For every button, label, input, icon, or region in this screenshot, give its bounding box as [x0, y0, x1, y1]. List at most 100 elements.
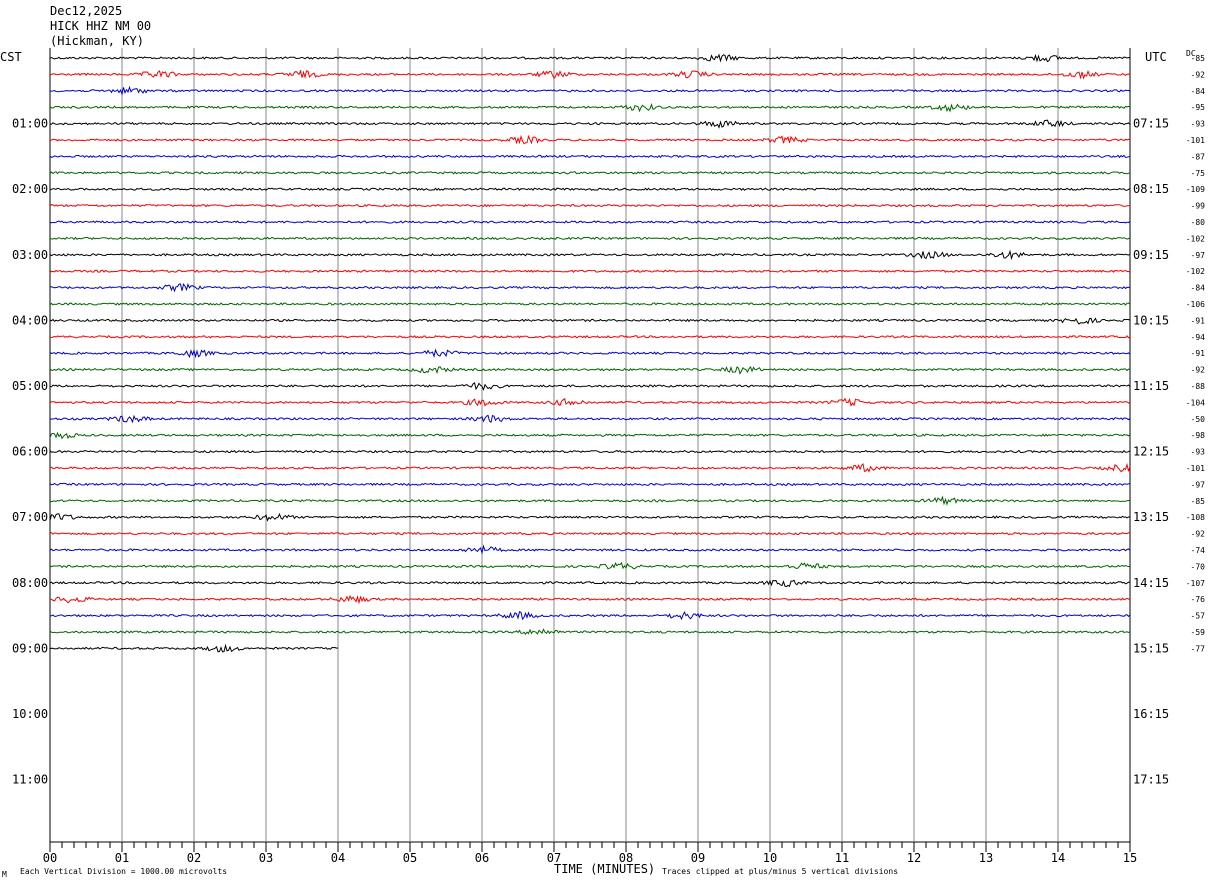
dc-offset-label: -74	[1191, 546, 1206, 555]
x-axis-title: TIME (MINUTES)	[554, 862, 656, 876]
seismic-trace	[49, 431, 1131, 440]
x-tick-label: 10	[763, 851, 777, 865]
seismic-trace	[49, 53, 1131, 63]
seismic-trace	[49, 531, 1131, 536]
scale-note: Each Vertical Division = 1000.00 microvo…	[20, 867, 228, 876]
corner-mark: M	[2, 870, 7, 879]
dc-offset-label: -84	[1191, 87, 1206, 96]
dc-offset-label: -92	[1191, 70, 1206, 79]
utc-hour-label: 12:15	[1133, 445, 1169, 459]
dc-offset-label: -95	[1191, 103, 1206, 112]
dc-offset-label: -99	[1191, 202, 1206, 211]
seismic-trace	[49, 220, 1131, 224]
seismic-trace	[49, 269, 1131, 273]
seismic-trace	[49, 134, 1131, 145]
dc-offset-label: -97	[1191, 251, 1206, 260]
helicorder-plot: 00 01 02 03 04 05 06 07 08 09 10 11 12 13 14 1501:00 07:…	[12, 48, 1206, 865]
dc-offset-label: -107	[1186, 579, 1205, 588]
seismic-trace	[50, 594, 1131, 605]
dc-offset-label: -59	[1191, 628, 1206, 637]
x-tick-label: 05	[403, 851, 417, 865]
dc-offset-label: -101	[1186, 136, 1205, 145]
seismic-trace	[49, 482, 1131, 487]
dc-offset-label: -102	[1186, 234, 1205, 243]
dc-offset-label: -93	[1191, 120, 1206, 129]
seismic-trace	[49, 317, 1131, 325]
dc-offset-label: -98	[1191, 431, 1206, 440]
dc-offset-label: -92	[1191, 366, 1206, 375]
seismic-trace	[49, 462, 1131, 473]
seismic-trace	[49, 366, 1131, 375]
seismic-trace	[49, 382, 1131, 391]
x-tick-label: 03	[259, 851, 273, 865]
x-tick-label: 02	[187, 851, 201, 865]
utc-hour-label: 16:15	[1133, 707, 1169, 721]
seismic-trace	[49, 119, 1131, 129]
dc-offset-label: -92	[1191, 530, 1206, 539]
seismic-trace	[49, 449, 1131, 454]
dc-offset-label: -94	[1191, 333, 1206, 342]
dc-offset-label: -109	[1186, 185, 1205, 194]
utc-hour-label: 11:15	[1133, 379, 1169, 393]
dc-offset-label: -108	[1186, 513, 1205, 522]
x-tick-label: 01	[115, 851, 129, 865]
dc-offset-label: -50	[1191, 415, 1206, 424]
seismic-trace	[49, 171, 1131, 175]
seismic-trace	[49, 512, 1131, 522]
dc-offset-label: -57	[1191, 612, 1206, 621]
utc-hour-label: 13:15	[1133, 510, 1169, 524]
cst-hour-label: 09:00	[12, 641, 48, 655]
seismic-trace	[49, 69, 1131, 80]
cst-hour-label: 10:00	[12, 707, 48, 721]
seismic-trace	[49, 544, 1131, 555]
cst-hour-label: 02:00	[12, 182, 48, 196]
dc-offset-label: -84	[1191, 284, 1206, 293]
x-tick-label: 09	[691, 851, 705, 865]
dc-offset-label: -106	[1186, 300, 1205, 309]
seismic-trace	[49, 236, 1131, 241]
x-tick-label: 11	[835, 851, 849, 865]
dc-offset-label: -104	[1186, 398, 1205, 407]
x-tick-label: 14	[1051, 851, 1065, 865]
x-tick-label: 15	[1123, 851, 1137, 865]
dc-offset-label: -93	[1191, 448, 1206, 457]
utc-hour-label: 08:15	[1133, 182, 1169, 196]
dc-offset-label: -70	[1191, 562, 1206, 571]
seismic-trace	[49, 495, 1131, 506]
dc-offset-label: -91	[1191, 349, 1206, 358]
dc-offset-label: -75	[1191, 169, 1206, 178]
x-tick-label: 04	[331, 851, 345, 865]
seismic-trace	[49, 283, 1131, 293]
dc-offset-label: -85	[1191, 497, 1206, 506]
seismic-trace	[49, 85, 1131, 96]
seismic-trace	[49, 579, 1131, 588]
seismic-trace	[49, 249, 1131, 261]
dc-offset-label: -101	[1186, 464, 1205, 473]
dc-offset-label: -88	[1191, 382, 1206, 391]
utc-hour-label: 14:15	[1133, 576, 1169, 590]
dc-offset-label: -80	[1191, 218, 1206, 227]
cst-hour-label: 03:00	[12, 248, 48, 262]
dc-offset-label: -97	[1191, 480, 1206, 489]
seismic-trace	[49, 302, 1131, 306]
cst-hour-label: 01:00	[12, 117, 48, 131]
clip-note: Traces clipped at plus/minus 5 vertical …	[662, 867, 899, 876]
seismic-trace	[49, 561, 1131, 570]
cst-hour-label: 11:00	[12, 773, 48, 787]
dc-offset-label: -102	[1186, 267, 1205, 276]
cst-hour-label: 07:00	[12, 510, 48, 524]
seismic-trace	[49, 335, 1131, 339]
cst-hour-label: 06:00	[12, 445, 48, 459]
cst-hour-label: 05:00	[12, 379, 48, 393]
seismic-trace	[49, 348, 1131, 359]
seismic-trace	[49, 203, 1131, 208]
seismic-trace	[49, 154, 1131, 159]
dc-offset-label: -91	[1191, 316, 1206, 325]
dc-offset-label: -76	[1191, 595, 1206, 604]
seismic-trace	[49, 103, 1131, 113]
dc-offset-label: -77	[1191, 644, 1206, 653]
x-tick-label: 12	[907, 851, 921, 865]
seismic-trace	[49, 397, 1131, 407]
seismic-trace	[49, 187, 1131, 191]
dc-offset-label: -85	[1191, 54, 1206, 63]
